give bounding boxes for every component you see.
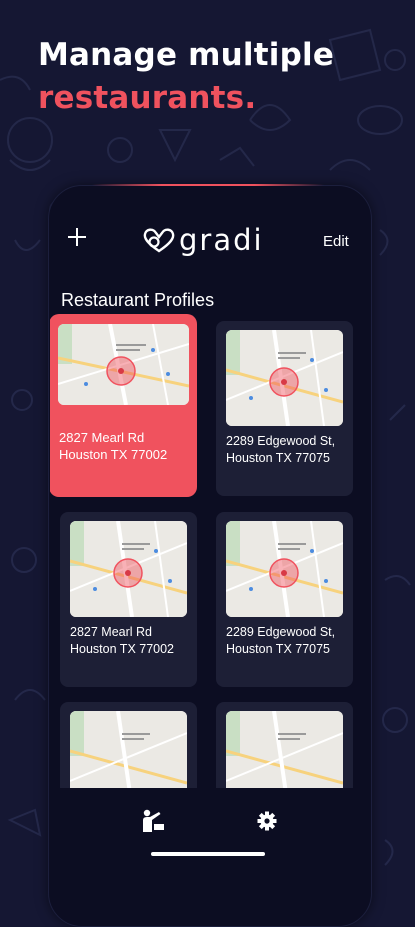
profile-address: 2827 Mearl Rd Houston TX 77002: [59, 430, 168, 462]
headline: Manage multiple restaurants.: [38, 34, 334, 120]
profile-address: 2289 Edgewood St, Houston TX 77075: [226, 625, 336, 656]
plus-icon[interactable]: [66, 226, 88, 248]
headline-line-2: restaurants.: [38, 80, 257, 116]
app-top-bar: gradi Edit: [50, 190, 368, 290]
edit-button[interactable]: Edit: [323, 233, 349, 250]
section-title: Restaurant Profiles: [61, 290, 215, 310]
bottom-navigation: [50, 788, 368, 880]
gear-icon[interactable]: [254, 808, 280, 834]
gradi-logo-icon: [143, 228, 175, 253]
profile-card[interactable]: 2289 Edgewood St, Houston TX 77075: [216, 321, 353, 496]
logo-text: gradi: [179, 223, 264, 257]
headline-line-1: Manage multiple: [38, 37, 335, 73]
profile-card[interactable]: 2289 Edgewood St, Houston TX 77075: [216, 512, 353, 687]
profile-card[interactable]: 2827 Mearl Rd Houston TX 77002: [60, 512, 197, 687]
profile-address: 2827 Mearl Rd Houston TX 77002: [70, 625, 175, 656]
home-indicator[interactable]: [151, 852, 265, 856]
profile-address: 2289 Edgewood St, Houston TX 77075: [226, 434, 336, 465]
app-logo: gradi: [142, 223, 264, 257]
accent-line: [92, 184, 324, 186]
person-pointing-icon[interactable]: [140, 808, 166, 834]
app-screen: gradi Edit Restaurant Profiles 2827 Mear…: [50, 190, 368, 880]
map-thumbnail: [226, 521, 343, 617]
map-thumbnail: [226, 330, 343, 426]
map-thumbnail: [58, 324, 189, 405]
profile-card[interactable]: 2827 Mearl Rd Houston TX 77002: [50, 314, 197, 497]
map-thumbnail: [70, 521, 187, 617]
